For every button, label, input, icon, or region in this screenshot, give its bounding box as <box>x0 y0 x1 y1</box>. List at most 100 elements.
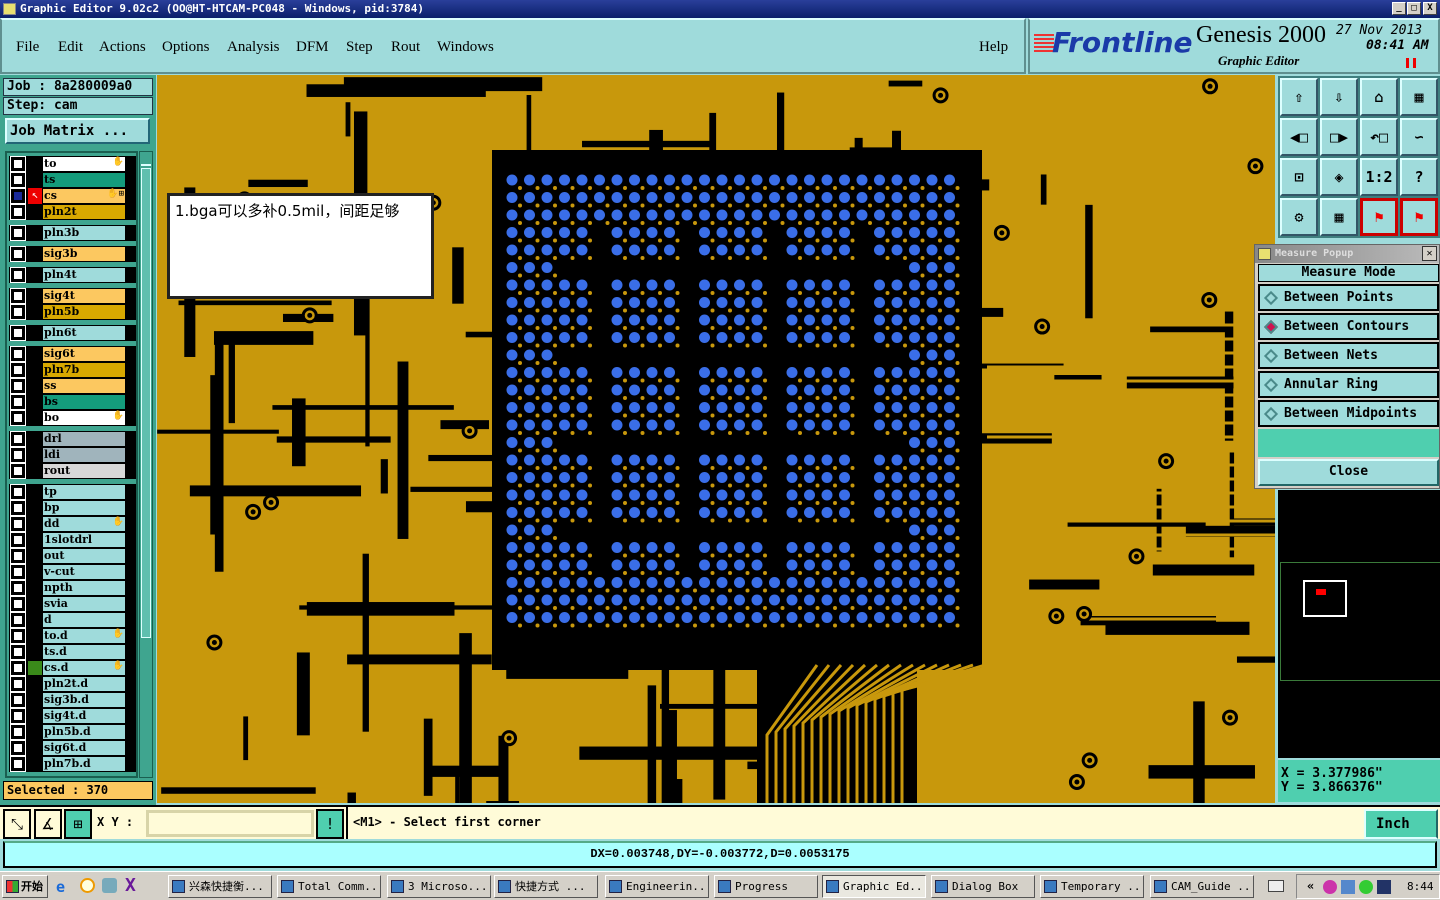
layer-row-sig4t.d[interactable]: sig4t.d <box>9 708 136 724</box>
menu-help[interactable]: Help <box>979 39 1008 56</box>
popup-close-icon[interactable]: ✕ <box>1422 246 1437 261</box>
pan-right-icon[interactable]: □▶ <box>1320 118 1358 156</box>
grid-icon[interactable]: ▦ <box>1320 198 1358 236</box>
layer-checkbox[interactable] <box>10 394 26 410</box>
job-matrix-button[interactable]: Job Matrix ... <box>5 118 150 144</box>
layer-name[interactable]: sig4t.d <box>43 709 125 723</box>
layer-checkbox[interactable] <box>10 204 26 220</box>
layer-row-svia[interactable]: svia <box>9 596 136 612</box>
unit-selector[interactable]: Inch <box>1364 809 1438 839</box>
layer-row-cs[interactable]: ↖ cs ✋⊞ <box>9 188 136 204</box>
layer-row-d[interactable]: d <box>9 612 136 628</box>
layer-name[interactable]: rout <box>43 464 125 478</box>
x-app-icon[interactable]: X <box>125 875 136 896</box>
layer-checkbox[interactable] <box>10 378 26 394</box>
layer-name[interactable]: pln7b <box>43 363 125 377</box>
layer-row-rout[interactable]: rout <box>9 463 136 479</box>
layer-name[interactable]: ts.d <box>43 645 125 659</box>
layer-row-ts.d[interactable]: ts.d <box>9 644 136 660</box>
app-quicklaunch-icon[interactable] <box>102 878 117 893</box>
settings-palette-icon[interactable]: ⚙ <box>1280 198 1318 236</box>
layer-row-bp[interactable]: bp <box>9 500 136 516</box>
layer-row-dd[interactable]: dd ✋ <box>9 516 136 532</box>
layer-row-pln5b.d[interactable]: pln5b.d <box>9 724 136 740</box>
layer-row-to.d[interactable]: to.d ✋ <box>9 628 136 644</box>
layer-checkbox[interactable] <box>10 644 26 660</box>
layer-name[interactable]: bp <box>43 501 125 515</box>
layer-name[interactable]: pln5b <box>43 305 125 319</box>
layer-row-tp[interactable]: tp <box>9 484 136 500</box>
layer-row-v-cut[interactable]: v-cut <box>9 564 136 580</box>
layer-checkbox[interactable] <box>10 548 26 564</box>
layer-checkbox[interactable] <box>10 362 26 378</box>
layer-checkbox[interactable] <box>10 431 26 447</box>
taskbar-item[interactable]: 兴森快捷衡... <box>168 875 272 898</box>
scroll-up-icon[interactable] <box>141 154 151 166</box>
layer-checkbox[interactable] <box>10 288 26 304</box>
layer-scrollbar[interactable] <box>139 151 153 778</box>
pcb-canvas[interactable] <box>157 75 1275 803</box>
layer-name[interactable]: 1slotdrl <box>43 533 125 547</box>
layer-row-1slotdrl[interactable]: 1slotdrl <box>9 532 136 548</box>
layer-checkbox[interactable] <box>10 410 26 426</box>
taskbar-item[interactable]: Temporary ... <box>1040 875 1144 898</box>
layer-row-to[interactable]: to ✋ <box>9 156 136 172</box>
home-icon[interactable]: ⌂ <box>1360 78 1398 116</box>
layer-row-bo[interactable]: bo ✋ <box>9 410 136 426</box>
layer-name[interactable]: pln2t <box>43 205 125 219</box>
layer-row-pln4t[interactable]: pln4t <box>9 267 136 283</box>
layer-row-pln7b[interactable]: pln7b <box>9 362 136 378</box>
layer-checkbox[interactable] <box>10 596 26 612</box>
scroll-thumb[interactable] <box>141 168 151 638</box>
help-icon[interactable]: ? <box>1400 158 1438 196</box>
pcb-graphics[interactable] <box>157 75 1275 803</box>
minimize-button[interactable]: _ <box>1392 2 1406 15</box>
popup-titlebar[interactable]: Measure Popup ✕ <box>1255 245 1439 263</box>
layer-checkbox[interactable] <box>10 225 26 241</box>
measure-angle-icon[interactable]: ∡ <box>34 809 62 839</box>
measure-mode-option[interactable]: Between Points <box>1258 284 1439 311</box>
menu-step[interactable]: Step <box>346 39 373 56</box>
layer-checkbox[interactable] <box>10 708 26 724</box>
zoom-in-icon[interactable]: ⊡ <box>1280 158 1318 196</box>
close-button[interactable]: Close <box>1258 459 1439 486</box>
taskbar-item[interactable]: CAM_Guide ... <box>1150 875 1254 898</box>
layer-name[interactable]: pln5b.d <box>43 725 125 739</box>
layer-name[interactable]: sig6t.d <box>43 741 125 755</box>
layer-checkbox[interactable] <box>10 267 26 283</box>
layer-checkbox[interactable] <box>10 740 26 756</box>
net-highlight-icon[interactable]: ⚑ <box>1360 198 1398 236</box>
measure-mode-option[interactable]: Annular Ring <box>1258 371 1439 398</box>
layer-name[interactable]: svia <box>43 597 125 611</box>
layer-row-drl[interactable]: drl <box>9 431 136 447</box>
layer-name[interactable]: sig3b <box>43 247 125 261</box>
layer-row-ts[interactable]: ts <box>9 172 136 188</box>
taskbar-item[interactable]: 快捷方式 ... <box>494 875 598 898</box>
menu-actions[interactable]: Actions <box>99 39 146 56</box>
view-rectangle[interactable] <box>1303 580 1347 617</box>
close-button[interactable]: X <box>1423 2 1437 15</box>
menu-file[interactable]: File <box>16 39 39 56</box>
zoom-out-icon[interactable]: ◈ <box>1320 158 1358 196</box>
network-icon[interactable] <box>1341 880 1355 894</box>
net-drc-icon[interactable]: ⚑ <box>1400 198 1438 236</box>
keyboard-icon[interactable] <box>1268 880 1284 892</box>
measure-mode-option[interactable]: Between Contours <box>1258 313 1439 340</box>
layer-row-sig3b[interactable]: sig3b <box>9 246 136 262</box>
layer-checkbox[interactable] <box>10 516 26 532</box>
tray-expand-icon[interactable]: « <box>1307 879 1314 893</box>
layer-name[interactable]: pln6t <box>43 326 125 340</box>
snake-icon[interactable]: ∽ <box>1400 118 1438 156</box>
layer-row-sig3b.d[interactable]: sig3b.d <box>9 692 136 708</box>
xy-input[interactable] <box>146 810 314 837</box>
layer-row-pln7b.d[interactable]: pln7b.d <box>9 756 136 772</box>
maximize-button[interactable]: □ <box>1407 2 1421 15</box>
zoom-down-icon[interactable]: ⇩ <box>1320 78 1358 116</box>
layer-checkbox[interactable] <box>10 246 26 262</box>
pause-icon[interactable] <box>1406 58 1416 68</box>
layer-name[interactable]: npth <box>43 581 125 595</box>
layer-name[interactable]: ss <box>43 379 125 393</box>
layer-row-ss[interactable]: ss <box>9 378 136 394</box>
layer-checkbox[interactable] <box>10 463 26 479</box>
layer-row-sig6t.d[interactable]: sig6t.d <box>9 740 136 756</box>
